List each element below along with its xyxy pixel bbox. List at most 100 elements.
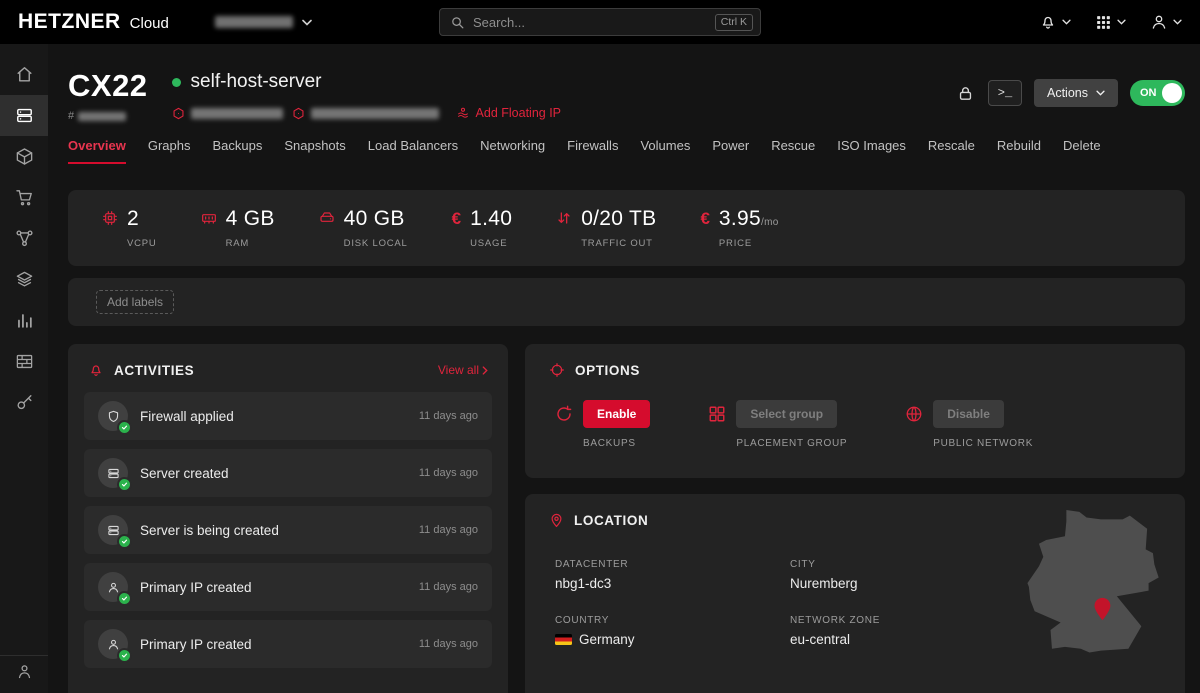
activity-text: Server created [140,466,229,481]
view-all-link[interactable]: View all [438,363,488,377]
ip-icon [292,107,305,120]
tab-graphs[interactable]: Graphs [148,138,191,164]
tab-rescue[interactable]: Rescue [771,138,815,164]
labels-card: Add labels [68,278,1185,326]
tab-backups[interactable]: Backups [212,138,262,164]
sidebar-item-security[interactable] [0,382,48,423]
account-menu[interactable] [1150,13,1182,31]
chevron-down-icon [1173,19,1182,25]
activities-card: ACTIVITIES View all Firewall applied 11 … [68,344,508,693]
firewall-icon [15,352,34,371]
avatar [98,458,128,488]
activity-row[interactable]: Primary IP created 11 days ago [84,620,492,668]
activity-time: 11 days ago [419,524,478,536]
topbar-actions [1039,13,1182,31]
ipv6-item[interactable] [292,107,439,120]
sidebar-item-firewalls[interactable] [0,341,48,382]
tab-iso-images[interactable]: ISO Images [837,138,906,164]
notifications-menu[interactable] [1039,13,1071,31]
redacted-ipv6 [311,108,439,119]
enable-backups-button[interactable]: Enable [583,400,650,428]
sidebar-item-metrics[interactable] [0,300,48,341]
search-shortcut: Ctrl K [715,14,753,31]
tab-power[interactable]: Power [712,138,749,164]
sidebar-item-volumes[interactable] [0,136,48,177]
options-card: OPTIONS Enable BACKUPS [525,344,1185,478]
tab-rescale[interactable]: Rescale [928,138,975,164]
server-icon [15,106,34,125]
chevron-down-icon [1062,19,1071,25]
activity-row[interactable]: Primary IP created 11 days ago [84,563,492,611]
sidebar-item-networks[interactable] [0,218,48,259]
stat-label: USAGE [470,238,512,249]
disable-public-network-button[interactable]: Disable [933,400,1004,428]
search-bar[interactable]: Ctrl K [439,8,761,36]
add-floating-ip-link[interactable]: Add Floating IP [456,106,561,120]
redacted-server-id [78,112,126,121]
actions-label: Actions [1047,86,1088,100]
console-button[interactable]: >_ [988,80,1022,106]
view-all-label: View all [438,363,479,377]
sidebar-item-marketplace[interactable] [0,177,48,218]
tab-overview[interactable]: Overview [68,138,126,164]
tab-networking[interactable]: Networking [480,138,545,164]
tab-firewalls[interactable]: Firewalls [567,138,618,164]
tab-snapshots[interactable]: Snapshots [284,138,345,164]
stat-price: € 3.95/mo PRICE [700,207,778,248]
option-label: PLACEMENT GROUP [736,438,847,449]
germany-map [1026,506,1163,658]
placement-group-icon [708,400,726,449]
activity-text: Firewall applied [140,409,234,424]
check-badge-icon [117,648,132,663]
bell-icon [88,362,104,378]
server-type-block: CX22 # [68,70,148,122]
option-public-network: Disable PUBLIC NETWORK [905,400,1033,449]
disk-icon [319,207,335,248]
check-badge-icon [117,477,132,492]
activity-row[interactable]: Server is being created 11 days ago [84,506,492,554]
option-placement-group: Select group PLACEMENT GROUP [708,400,847,449]
avatar [98,572,128,602]
bell-icon [1039,13,1057,31]
tab-rebuild[interactable]: Rebuild [997,138,1041,164]
tab-load-balancers[interactable]: Load Balancers [368,138,458,164]
search-input[interactable] [473,15,715,30]
sidebar-item-load-balancers[interactable] [0,259,48,300]
status-dot [172,78,181,87]
header-controls: >_ Actions ON [957,70,1185,107]
hetzner-logo[interactable]: HETZNER Cloud [18,10,169,34]
user-icon [107,581,120,594]
project-selector[interactable] [215,16,312,28]
add-labels-button[interactable]: Add labels [96,290,174,314]
sidebar-item-servers[interactable] [0,95,48,136]
map-pin-icon [549,512,564,529]
chevron-down-icon [302,19,312,26]
sidebar-item-home[interactable] [0,54,48,95]
activity-time: 11 days ago [419,410,478,422]
activity-row[interactable]: Firewall applied 11 days ago [84,392,492,440]
field-country: COUNTRY Germany [555,615,790,647]
ipv4-item[interactable] [172,107,283,120]
sidebar [0,44,48,693]
stat-label: PRICE [719,238,779,249]
ip-icon [172,107,185,120]
field-city: CITY Nuremberg [790,559,1015,591]
sidebar-item-support[interactable] [0,651,48,692]
option-label: BACKUPS [583,438,650,449]
check-badge-icon [117,591,132,606]
activity-text: Server is being created [140,523,279,538]
ip-row: Add Floating IP [172,106,561,120]
power-toggle[interactable]: ON [1130,80,1185,106]
shield-icon [107,410,120,423]
actions-button[interactable]: Actions [1034,79,1118,107]
tab-volumes[interactable]: Volumes [640,138,690,164]
lock-icon[interactable] [957,84,974,103]
select-placement-group-button[interactable]: Select group [736,400,837,428]
server-icon [107,524,120,537]
options-icon [549,362,565,378]
tab-delete[interactable]: Delete [1063,138,1101,164]
apps-grid-icon [1095,14,1112,31]
stat-disk: 40 GB DISK LOCAL [319,207,408,248]
apps-menu[interactable] [1095,14,1126,31]
activity-row[interactable]: Server created 11 days ago [84,449,492,497]
